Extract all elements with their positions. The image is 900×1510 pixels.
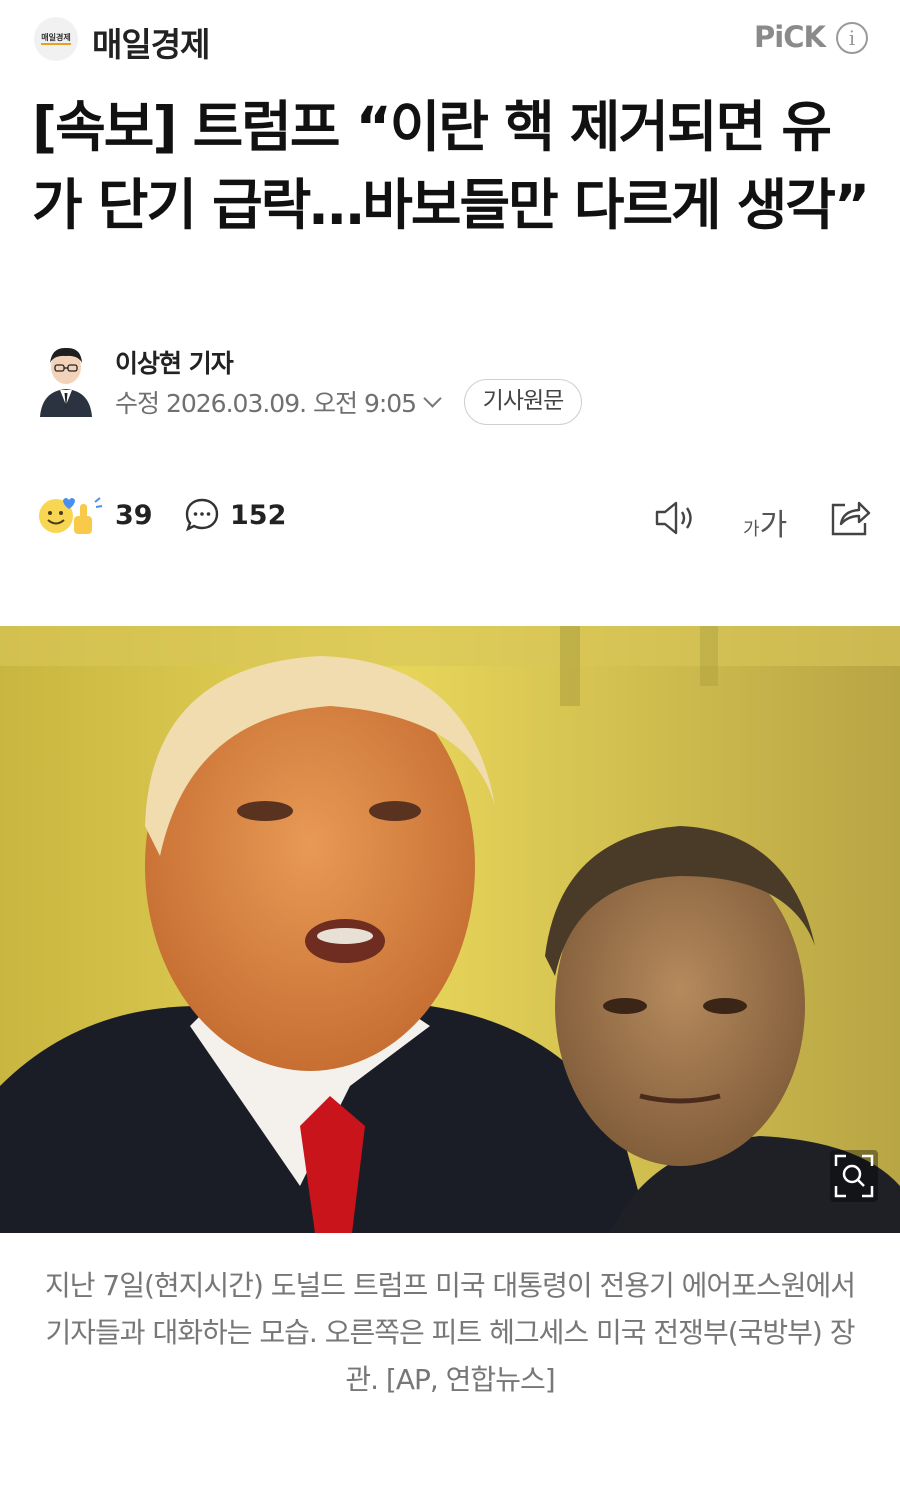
reaction-count: 39 — [115, 500, 153, 531]
font-size-icon[interactable]: 가가 — [743, 500, 787, 544]
photo-caption: 지난 7일(현지시간) 도널드 트럼프 미국 대통령이 전용기 에어포스원에서 … — [44, 1269, 856, 1396]
article-photo[interactable] — [0, 626, 900, 1233]
chevron-down-icon — [423, 388, 442, 408]
article-title: [속보] 트럼프 “이란 핵 제거되면 유가 단기 급락…바보들만 다르게 생각… — [32, 95, 870, 237]
comment-count: 152 — [230, 500, 287, 531]
font-size-small: 가 — [743, 519, 760, 540]
info-icon[interactable]: i — [836, 22, 868, 54]
edited-time-row[interactable]: 수정 2026.03.09. 오전 9:05 — [115, 384, 442, 420]
top-bar: 매일경제 매일경제 PiCK i — [0, 0, 900, 80]
press-logo-text: 매일경제 — [41, 33, 71, 45]
press-name[interactable]: 매일경제 — [92, 18, 210, 66]
edited-label: 수정 — [115, 389, 160, 418]
reporter-avatar[interactable] — [38, 345, 94, 417]
zoom-icon[interactable] — [830, 1150, 878, 1202]
edited-time: 2026.03.09. 오전 9:05 — [165, 389, 417, 418]
comment-icon[interactable] — [184, 497, 220, 533]
speaker-icon[interactable] — [654, 499, 698, 537]
reaction-icon[interactable] — [36, 494, 108, 536]
font-size-large: 가 — [759, 508, 788, 543]
pick-label[interactable]: PiCK — [754, 20, 826, 54]
original-article-button[interactable]: 기사원문 — [464, 379, 582, 425]
reporter-name[interactable]: 이상현 기자 — [115, 344, 234, 380]
press-logo[interactable]: 매일경제 — [34, 17, 78, 61]
share-icon[interactable] — [829, 497, 871, 537]
